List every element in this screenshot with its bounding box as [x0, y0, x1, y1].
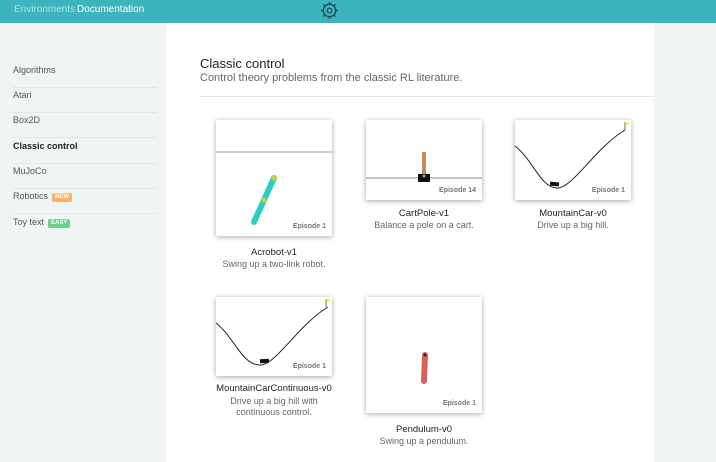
pendulum-render — [421, 352, 428, 384]
sidebar-item-label: Toy text — [13, 217, 45, 227]
sidebar-item-label: Robotics — [13, 191, 49, 201]
sidebar-item-label: Classic control — [13, 141, 78, 151]
sidebar-item-label: Atari — [13, 90, 32, 100]
nav-documentation-link[interactable]: Documentation — [77, 4, 144, 15]
acrobot-render — [216, 151, 332, 225]
env-thumbnail[interactable]: Episode 1 — [216, 297, 332, 376]
episode-label: Episode 1 — [292, 223, 326, 230]
env-description: Drive up a big hill. — [537, 220, 609, 230]
env-name[interactable]: Acrobot-v1 — [186, 247, 362, 258]
env-description-line-1: Drive up a big hill with — [230, 396, 318, 406]
section-divider — [200, 96, 654, 97]
gym-logo-icon[interactable] — [320, 1, 339, 20]
env-description-line-2: continuous control. — [236, 407, 312, 417]
nav-environments-link[interactable]: Environments — [14, 4, 75, 15]
sidebar-item-label: Box2D — [13, 115, 41, 125]
episode-label: Episode 1 — [591, 187, 625, 194]
sidebar-item-box2d[interactable]: Box2D — [13, 113, 156, 138]
env-description: Swing up a two-link robot. — [222, 259, 326, 269]
sidebar-item-label: Algorithms — [13, 65, 56, 75]
env-thumbnail[interactable]: Episode 14 — [366, 120, 482, 200]
page-background-right — [654, 23, 716, 462]
env-thumbnail[interactable]: Episode 1 — [515, 120, 631, 200]
sidebar-item-robotics[interactable]: Robotics NEW — [13, 189, 156, 214]
sidebar-item-label: MuJoCo — [13, 166, 47, 176]
sidebar-item-atari[interactable]: Atari — [13, 88, 156, 113]
sidebar-item-mujoco[interactable]: MuJoCo — [13, 164, 156, 189]
section-subtitle: Control theory problems from the classic… — [200, 72, 463, 84]
sidebar: Algorithms Atari Box2D Classic control M… — [0, 23, 166, 462]
episode-label: Episode 1 — [292, 363, 326, 370]
top-navbar: Environments Documentation — [0, 0, 716, 23]
easy-badge: EASY — [48, 219, 71, 228]
episode-label: Episode 1 — [442, 400, 476, 407]
new-badge: NEW — [52, 193, 73, 202]
env-thumbnail[interactable]: Episode 1 — [216, 120, 332, 236]
env-name[interactable]: MountainCarContinuous-v0 — [186, 383, 362, 394]
sidebar-item-algorithms[interactable]: Algorithms — [13, 63, 156, 88]
sidebar-item-toy-text[interactable]: Toy text EASY — [13, 215, 156, 240]
sidebar-item-classic-control[interactable]: Classic control — [13, 139, 156, 164]
env-name[interactable]: Pendulum-v0 — [336, 424, 512, 435]
main-panel: Classic control Control theory problems … — [166, 23, 654, 462]
section-title: Classic control — [200, 56, 285, 71]
episode-label: Episode 14 — [439, 187, 476, 194]
env-thumbnail[interactable]: Episode 1 — [366, 297, 482, 413]
env-name[interactable]: MountainCar-v0 — [485, 208, 661, 219]
env-description: Swing up a pendulum. — [379, 436, 469, 446]
